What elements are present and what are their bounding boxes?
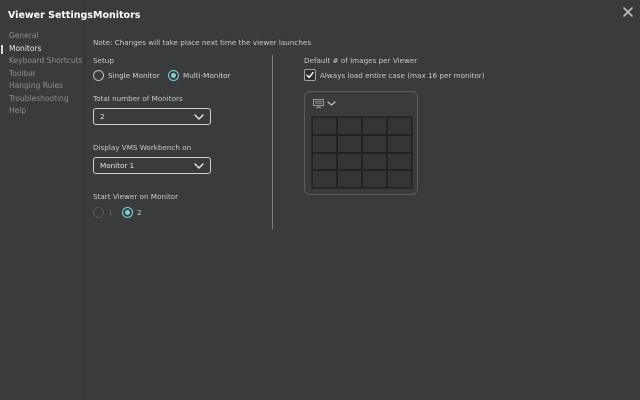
grid-cell[interactable]	[387, 152, 412, 171]
sidebar-item-toolbar[interactable]: Toolbar	[0, 68, 85, 81]
chevron-down-icon	[194, 114, 204, 120]
total-monitors-value: 2	[100, 112, 105, 121]
grid-cell[interactable]	[312, 134, 337, 153]
total-monitors-select[interactable]: 2	[93, 108, 211, 125]
sidebar-item-keyboard-shortcuts[interactable]: Keyboard Shortcuts	[0, 55, 85, 68]
sidebar-nav: General Monitors Keyboard Shortcuts Tool…	[0, 30, 85, 118]
main-panel: Monitors Note: Changes will take place n…	[86, 0, 640, 400]
radio-checked-icon	[122, 207, 133, 218]
images-per-viewer-label: Default # of Images per Viewer	[304, 56, 418, 65]
grid-cell[interactable]	[387, 170, 412, 188]
grid-cell[interactable]	[362, 152, 387, 171]
grid-cell[interactable]	[362, 134, 387, 153]
sidebar-item-monitors[interactable]: Monitors	[0, 43, 85, 56]
grid-cell[interactable]	[362, 117, 387, 135]
checkmark-icon	[306, 71, 314, 79]
single-monitor-radio[interactable]: Single Monitor	[93, 70, 160, 81]
grid-cell[interactable]	[337, 117, 362, 135]
monitor-icon	[313, 99, 324, 108]
sidebar-item-troubleshooting[interactable]: Troubleshooting	[0, 93, 85, 106]
start-viewer-label: Start Viewer on Monitor	[93, 192, 179, 201]
grid-cell[interactable]	[337, 152, 362, 171]
settings-sidebar: Viewer Settings General Monitors Keyboar…	[0, 0, 93, 400]
start-monitor-2-label: 2	[137, 208, 142, 217]
page-title: Monitors	[93, 10, 141, 21]
sidebar-item-general[interactable]: General	[0, 30, 85, 43]
chevron-down-icon	[194, 163, 204, 169]
grid-cell[interactable]	[312, 117, 337, 135]
grid-cell[interactable]	[362, 170, 387, 188]
setup-label: Setup	[93, 56, 114, 65]
grid-cell[interactable]	[312, 152, 337, 171]
start-monitor-1-radio[interactable]: 1	[93, 207, 113, 218]
start-monitor-2-radio[interactable]: 2	[122, 207, 142, 218]
grid-cell[interactable]	[387, 134, 412, 153]
grid-cell[interactable]	[387, 117, 412, 135]
single-monitor-label: Single Monitor	[108, 71, 160, 80]
grid-cell[interactable]	[337, 134, 362, 153]
always-load-label: Always load entire case (max 16 per moni…	[320, 71, 485, 80]
always-load-checkbox[interactable]	[304, 69, 316, 81]
sidebar-title: Viewer Settings	[8, 10, 93, 21]
grid-cell[interactable]	[312, 170, 337, 188]
image-layout-panel	[304, 91, 418, 195]
image-layout-grid[interactable]	[311, 116, 413, 189]
column-divider	[272, 55, 273, 229]
radio-disabled-icon	[93, 207, 104, 218]
sidebar-item-help[interactable]: Help	[0, 105, 85, 118]
monitor-layout-dropdown[interactable]	[313, 99, 336, 108]
multi-monitor-label: Multi-Monitor	[183, 71, 231, 80]
start-monitor-1-label: 1	[108, 208, 113, 217]
workbench-monitor-select[interactable]: Monitor 1	[93, 157, 211, 174]
close-icon[interactable]	[622, 6, 634, 18]
restart-note: Note: Changes will take place next time …	[93, 38, 312, 47]
multi-monitor-radio[interactable]: Multi-Monitor	[168, 70, 230, 81]
grid-cell[interactable]	[337, 170, 362, 188]
total-monitors-label: Total number of Monitors	[93, 94, 183, 103]
workbench-monitor-value: Monitor 1	[100, 161, 135, 170]
radio-checked-icon	[168, 70, 179, 81]
sidebar-item-hanging-rules[interactable]: Hanging Rules	[0, 80, 85, 93]
chevron-down-icon	[327, 101, 336, 106]
radio-unchecked-icon	[93, 70, 104, 81]
workbench-label: Display VMS Workbench on	[93, 143, 192, 152]
